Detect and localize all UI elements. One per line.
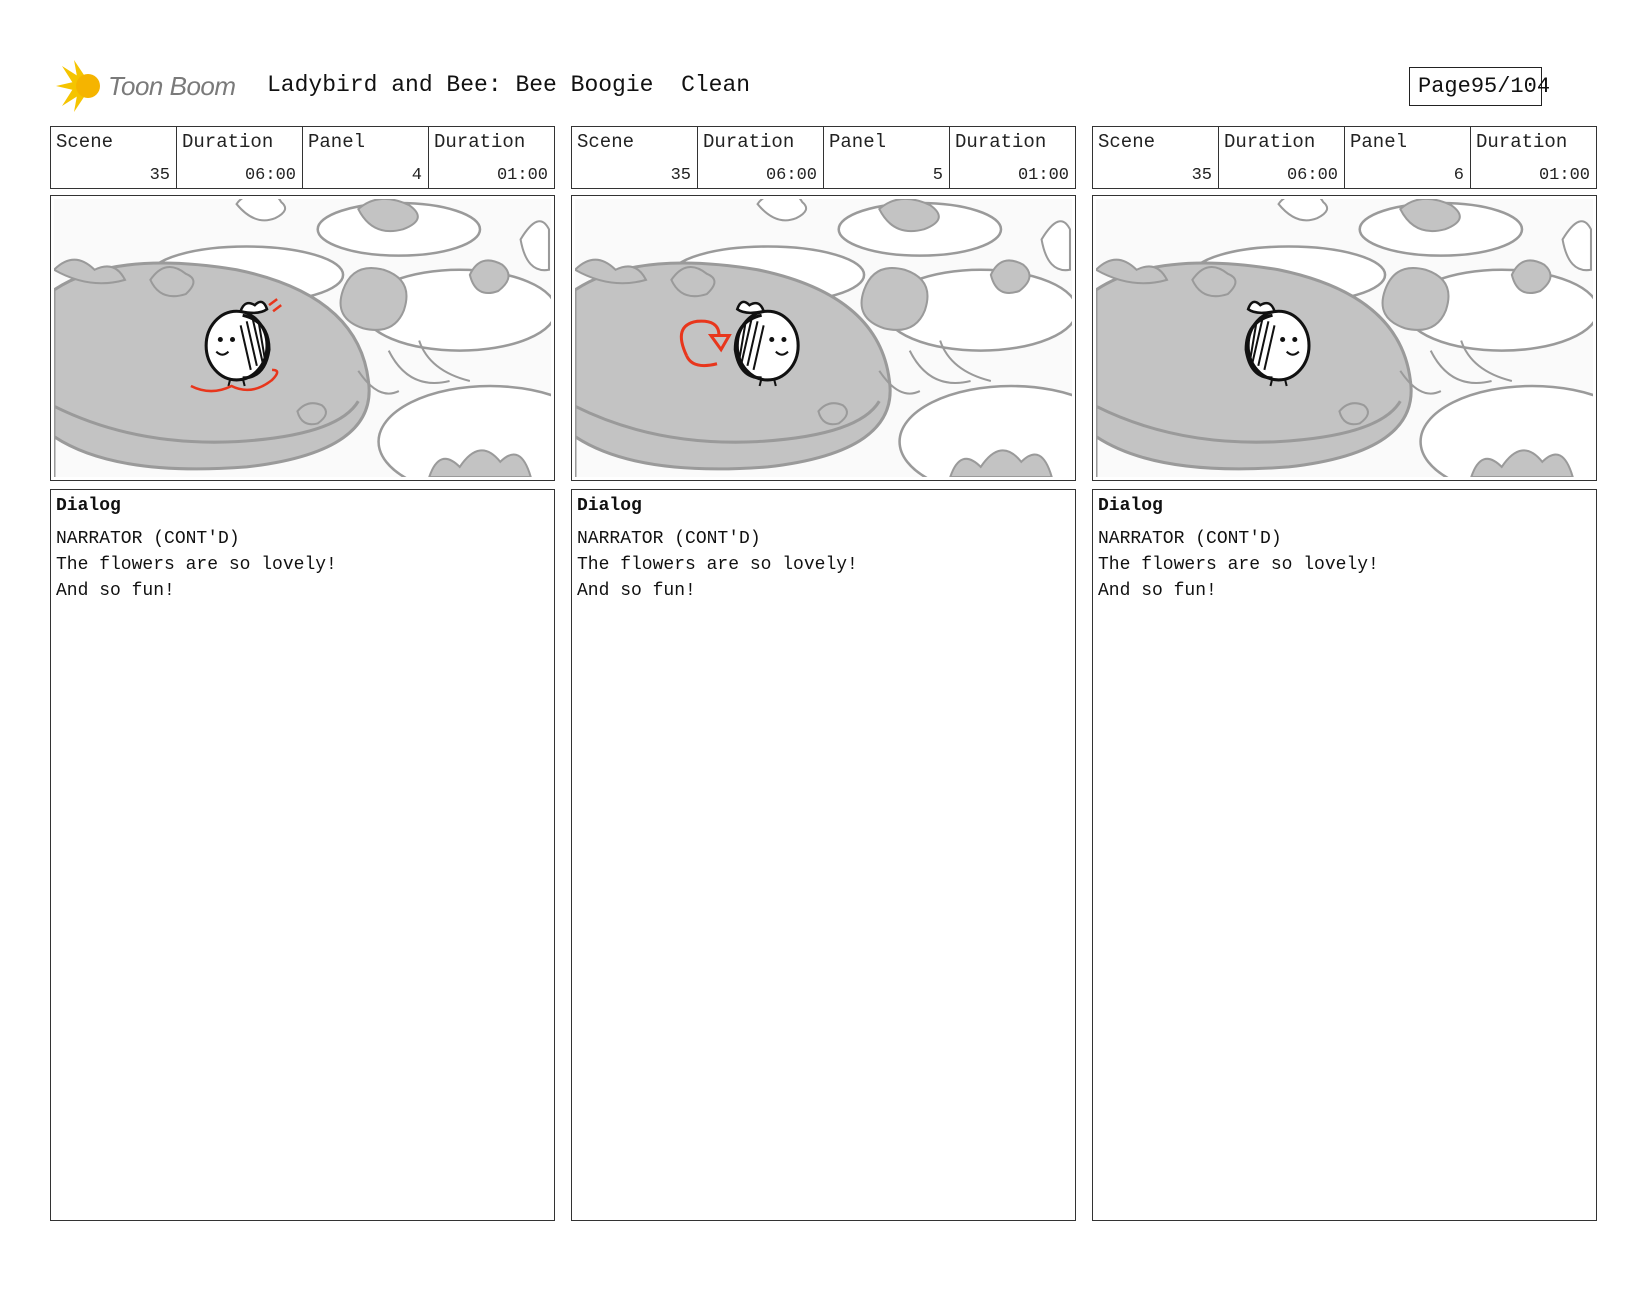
scene-label: Scene bbox=[577, 131, 635, 153]
scene-duration-label: Duration bbox=[182, 131, 274, 153]
panel-cell: Panel 5 bbox=[823, 127, 949, 188]
storyboard-drawing bbox=[575, 199, 1072, 477]
page-label: Page bbox=[1418, 74, 1471, 99]
panel-cell: Panel 4 bbox=[302, 127, 428, 188]
dialog-label: Dialog bbox=[577, 496, 642, 516]
dialog-line: And so fun! bbox=[577, 581, 696, 601]
scene-duration-value: 06:00 bbox=[765, 166, 817, 185]
dialog-line: And so fun! bbox=[56, 581, 175, 601]
dialog-box: Dialog NARRATOR (CONT'D) The flowers are… bbox=[571, 489, 1076, 1221]
scene-label: Scene bbox=[1098, 131, 1156, 153]
panel-column-2: Scene 35 Duration 06:00 Panel 5 Duration… bbox=[571, 126, 1076, 1221]
panel-duration-value: 01:00 bbox=[496, 166, 548, 185]
scene-label: Scene bbox=[56, 131, 114, 153]
dialog-box: Dialog NARRATOR (CONT'D) The flowers are… bbox=[50, 489, 555, 1221]
storyboard-drawing bbox=[1096, 199, 1593, 477]
scene-duration-value: 06:00 bbox=[1286, 166, 1338, 185]
dialog-label: Dialog bbox=[1098, 496, 1163, 516]
scene-cell: Scene 35 bbox=[572, 127, 697, 188]
scene-duration-value: 06:00 bbox=[244, 166, 296, 185]
dialog-line: NARRATOR (CONT'D) bbox=[577, 529, 761, 549]
scene-duration-cell: Duration 06:00 bbox=[1218, 127, 1344, 188]
page-indicator: Page 95/104 bbox=[1409, 67, 1550, 106]
dialog-line: And so fun! bbox=[1098, 581, 1217, 601]
panel-label: Panel bbox=[1350, 131, 1408, 153]
panel-info-table: Scene 35 Duration 06:00 Panel 5 Duration… bbox=[571, 126, 1076, 189]
scene-number: 35 bbox=[1191, 166, 1212, 185]
dialog-line: NARRATOR (CONT'D) bbox=[56, 529, 240, 549]
storyboard-frame bbox=[571, 195, 1076, 481]
panel-number: 4 bbox=[411, 166, 422, 185]
panel-column-1: Scene 35 Duration 06:00 Panel 4 Duration… bbox=[50, 126, 555, 1221]
logo-text: Toon Boom bbox=[108, 70, 236, 101]
scene-duration-cell: Duration 06:00 bbox=[697, 127, 823, 188]
dialog-box: Dialog NARRATOR (CONT'D) The flowers are… bbox=[1092, 489, 1597, 1221]
panel-column-3: Scene 35 Duration 06:00 Panel 6 Duration… bbox=[1092, 126, 1597, 1221]
document-title: Ladybird and Bee: Bee Boogie Clean bbox=[267, 72, 751, 98]
scene-duration-label: Duration bbox=[1224, 131, 1316, 153]
storyboard-frame bbox=[1092, 195, 1597, 481]
scene-duration-label: Duration bbox=[703, 131, 795, 153]
storyboard-drawing bbox=[54, 199, 551, 477]
panel-duration-cell: Duration 01:00 bbox=[428, 127, 554, 188]
panel-info-table: Scene 35 Duration 06:00 Panel 6 Duration… bbox=[1092, 126, 1597, 189]
sun-burst-icon bbox=[56, 60, 100, 112]
dialog-line: NARRATOR (CONT'D) bbox=[1098, 529, 1282, 549]
dialog-line: The flowers are so lovely! bbox=[577, 555, 858, 575]
scene-duration-cell: Duration 06:00 bbox=[176, 127, 302, 188]
panel-info-table: Scene 35 Duration 06:00 Panel 4 Duration… bbox=[50, 126, 555, 189]
page-number: 95/104 bbox=[1470, 74, 1551, 99]
dialog-label: Dialog bbox=[56, 496, 121, 516]
panel-duration-value: 01:00 bbox=[1538, 166, 1590, 185]
toon-boom-logo: Toon Boom bbox=[52, 58, 236, 114]
dialog-line: The flowers are so lovely! bbox=[56, 555, 337, 575]
panel-duration-label: Duration bbox=[434, 131, 526, 153]
storyboard-frame bbox=[50, 195, 555, 481]
panel-label: Panel bbox=[829, 131, 887, 153]
dialog-line: The flowers are so lovely! bbox=[1098, 555, 1379, 575]
panel-number: 6 bbox=[1453, 166, 1464, 185]
panel-duration-label: Duration bbox=[955, 131, 1047, 153]
scene-number: 35 bbox=[670, 166, 691, 185]
panel-duration-label: Duration bbox=[1476, 131, 1568, 153]
panel-duration-value: 01:00 bbox=[1017, 166, 1069, 185]
panel-duration-cell: Duration 01:00 bbox=[1470, 127, 1596, 188]
panel-duration-cell: Duration 01:00 bbox=[949, 127, 1075, 188]
panel-number: 5 bbox=[932, 166, 943, 185]
scene-number: 35 bbox=[149, 166, 170, 185]
panel-cell: Panel 6 bbox=[1344, 127, 1470, 188]
panel-label: Panel bbox=[308, 131, 366, 153]
scene-cell: Scene 35 bbox=[1093, 127, 1218, 188]
scene-cell: Scene 35 bbox=[51, 127, 176, 188]
